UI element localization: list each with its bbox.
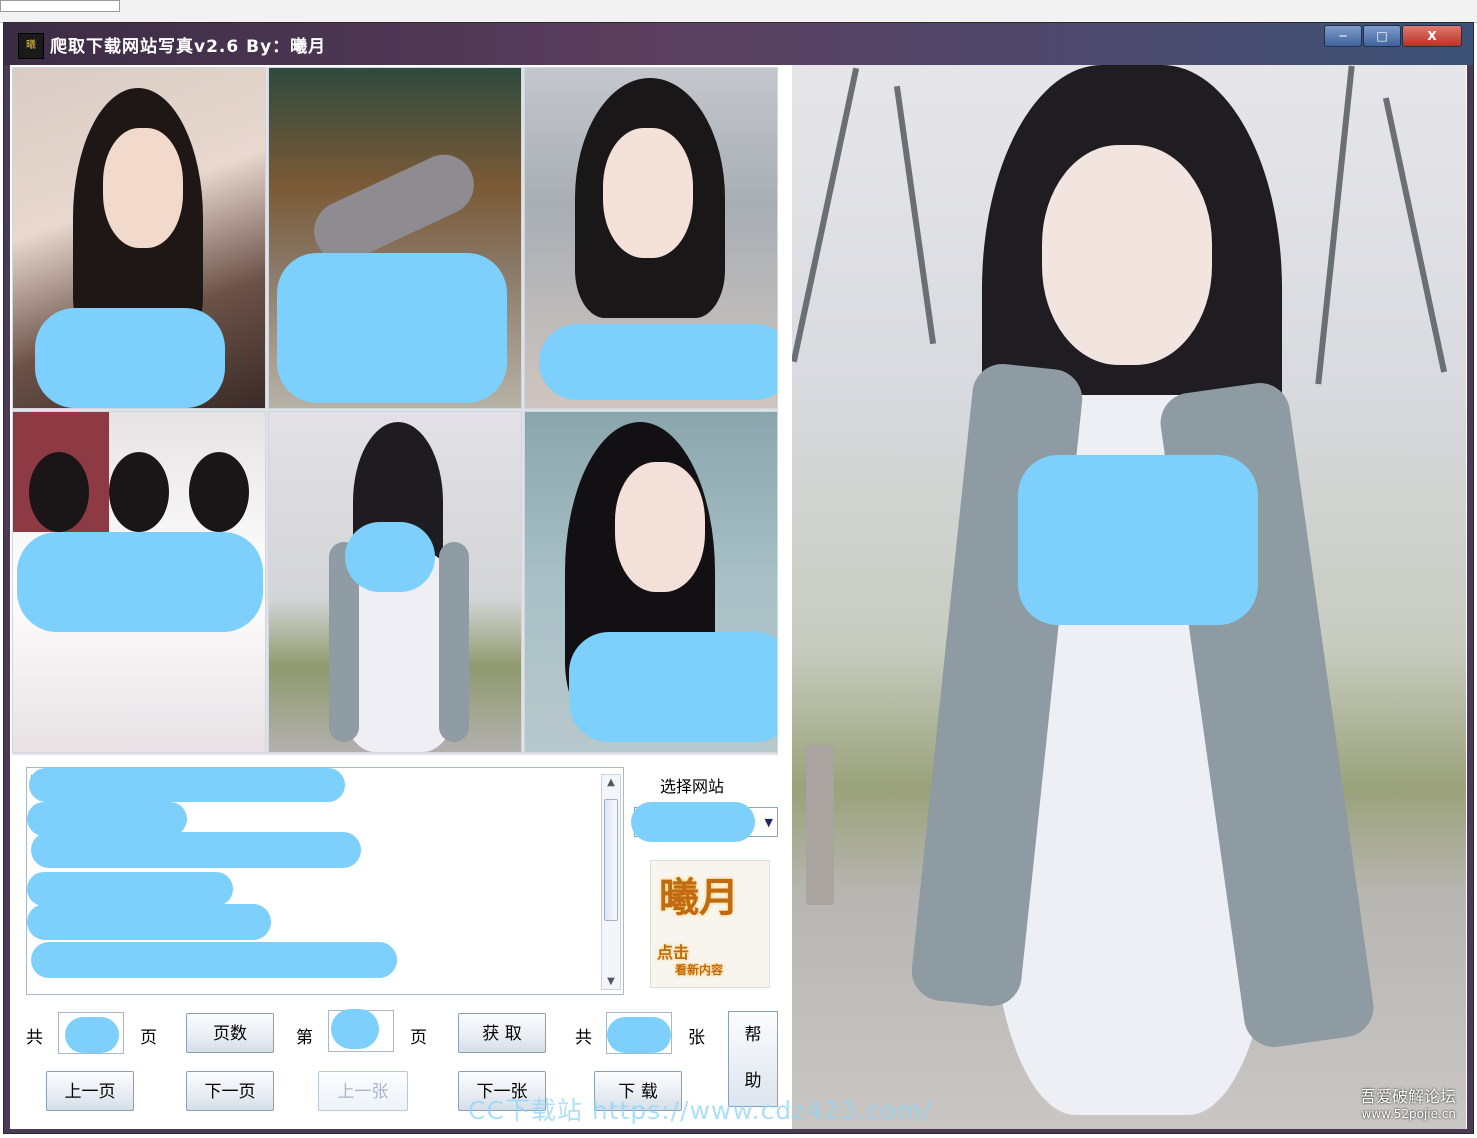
thumbnail-1[interactable] xyxy=(12,67,266,409)
redaction-mark xyxy=(277,253,507,403)
site-watermark: CC下载站 https://www.cdz423.com/ xyxy=(468,1096,932,1125)
background-tree xyxy=(1382,97,1448,373)
redaction-mark xyxy=(27,802,187,836)
logo-caption-1: 点击 xyxy=(657,943,690,962)
forum-watermark: 吾爱破解论坛 www.52pojie.cn xyxy=(1360,1083,1456,1121)
total-pages-label: 共 xyxy=(26,1028,43,1048)
background-tree xyxy=(893,85,937,345)
logo-caption-2: 看新内容 xyxy=(675,963,724,977)
total-pages-suffix: 页 xyxy=(140,1028,157,1048)
redaction-mark xyxy=(569,632,777,742)
current-page-input[interactable] xyxy=(328,1009,394,1052)
scroll-down-icon[interactable]: ▼ xyxy=(602,976,620,987)
help-label-1: 帮 xyxy=(744,1025,762,1045)
refresh-logo[interactable]: 曦月 点击 看新内容 xyxy=(650,860,770,988)
thumbnail-5[interactable] xyxy=(268,411,522,753)
total-pages-field xyxy=(58,1012,124,1054)
redaction-mark xyxy=(27,872,233,906)
redaction-mark xyxy=(31,832,361,868)
page-count-button[interactable]: 页数 xyxy=(186,1013,274,1053)
forum-name: 吾爱破解论坛 xyxy=(1359,1087,1456,1106)
redaction-mark xyxy=(1018,455,1258,625)
background-input-field xyxy=(0,0,120,12)
redaction-mark xyxy=(607,1017,671,1053)
total-images-suffix: 张 xyxy=(688,1028,705,1048)
redaction-mark xyxy=(65,1017,119,1053)
title-bar[interactable]: 曦 爬取下载网站写真v2.6 By：曦月 ─ □ X xyxy=(4,23,1473,65)
redaction-mark xyxy=(631,802,755,842)
site-select[interactable]: ▼ xyxy=(631,802,778,842)
thumbnail-grid xyxy=(12,67,778,755)
image-preview[interactable]: 吾爱破解论坛 www.52pojie.cn xyxy=(792,65,1466,1129)
desktop-background xyxy=(0,0,1477,23)
total-images-field xyxy=(606,1012,672,1054)
close-button[interactable]: X xyxy=(1402,25,1462,47)
current-page-label: 第 xyxy=(296,1028,313,1048)
figure-face xyxy=(1042,145,1212,365)
thumbnail-2[interactable] xyxy=(268,67,522,409)
maximize-button[interactable]: □ xyxy=(1363,25,1401,47)
next-page-button[interactable]: 下一页 xyxy=(186,1071,274,1111)
app-logo-icon: 曦 xyxy=(18,33,44,59)
redaction-mark xyxy=(35,308,225,408)
minimize-button[interactable]: ─ xyxy=(1324,25,1362,47)
logo-name: 曦月 xyxy=(659,874,739,921)
forum-url: www.52pojie.cn xyxy=(1361,1107,1456,1121)
redaction-mark xyxy=(27,904,271,940)
fetch-button[interactable]: 获 取 xyxy=(458,1013,546,1053)
redaction-mark xyxy=(345,522,435,592)
current-page-suffix: 页 xyxy=(410,1028,427,1048)
log-scrollbar[interactable]: ▲ ▼ xyxy=(601,774,621,990)
thumbnail-6[interactable] xyxy=(524,411,778,753)
redaction-mark xyxy=(331,1009,379,1049)
site-select-label: 选择网站 xyxy=(660,777,725,796)
background-tree xyxy=(792,67,860,363)
window-title: 爬取下载网站写真v2.6 By：曦月 xyxy=(50,37,327,57)
chevron-down-icon[interactable]: ▼ xyxy=(765,816,773,829)
app-window: 曦 爬取下载网站写真v2.6 By：曦月 ─ □ X 吾爱破解论坛 www.52… xyxy=(3,22,1474,1134)
scroll-thumb[interactable] xyxy=(604,799,618,921)
redaction-mark xyxy=(29,768,345,802)
client-area: 吾爱破解论坛 www.52pojie.cn 汞 ▲ ▼ 选择网站 ▼ xyxy=(10,65,1467,1129)
scroll-up-icon[interactable]: ▲ xyxy=(602,777,620,788)
redaction-mark xyxy=(539,324,777,400)
roadside-post xyxy=(806,745,834,905)
redaction-mark xyxy=(31,942,397,978)
thumbnail-4[interactable] xyxy=(12,411,266,753)
redaction-mark xyxy=(17,532,263,632)
prev-image-button[interactable]: 上一张 xyxy=(318,1071,408,1111)
prev-page-button[interactable]: 上一页 xyxy=(46,1071,134,1111)
total-images-label: 共 xyxy=(575,1028,592,1048)
thumbnail-3[interactable] xyxy=(524,67,778,409)
background-tree xyxy=(1315,65,1355,385)
log-textarea[interactable]: 汞 ▲ ▼ xyxy=(26,767,624,995)
